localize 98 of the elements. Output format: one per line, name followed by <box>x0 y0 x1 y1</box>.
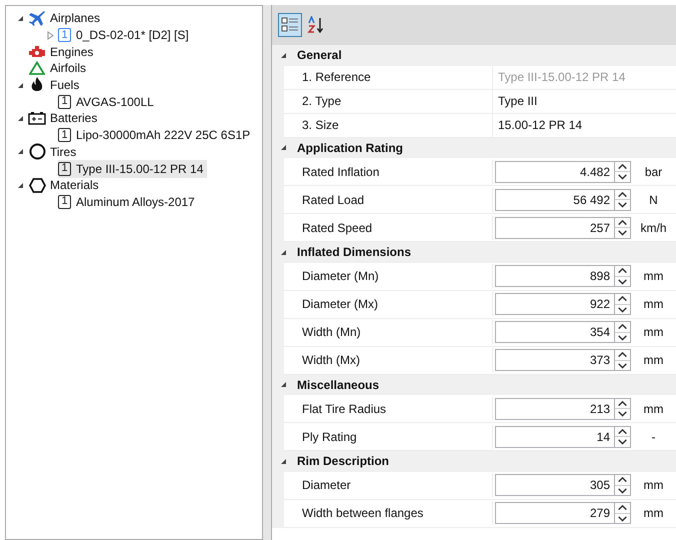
unit-label: bar <box>644 164 664 180</box>
number-spinner[interactable]: 305 <box>495 474 631 496</box>
unit-label: mm <box>642 400 664 418</box>
spin-down-icon[interactable] <box>615 436 630 446</box>
unit-label: km/h <box>639 220 668 236</box>
property-label: Rated Load <box>284 188 493 212</box>
property-label: Diameter <box>284 473 493 497</box>
engine-icon <box>28 46 46 58</box>
tree-node[interactable]: Tires <box>50 142 76 161</box>
expanded-arrow-icon[interactable] <box>280 248 287 256</box>
property-label: Flat Tire Radius <box>284 396 493 420</box>
number-spinner[interactable]: 257 <box>495 216 631 238</box>
number-spinner[interactable]: 4.482 <box>495 160 631 182</box>
count-badge: 1 <box>58 128 71 142</box>
count-badge: 1 <box>58 94 71 109</box>
section-header: Inflated Dimensions <box>297 244 412 262</box>
number-spinner[interactable]: 14 <box>495 426 631 448</box>
tree-item[interactable]: 1 Type III-15.00-12 PR 14 <box>58 160 208 178</box>
spin-down-icon[interactable] <box>615 227 630 238</box>
number-spinner[interactable]: 354 <box>495 321 631 343</box>
number-spinner[interactable]: 373 <box>495 349 631 371</box>
number-spinner[interactable]: 279 <box>495 502 631 524</box>
unit-label: mm <box>642 268 664 285</box>
expanded-arrow-icon[interactable] <box>280 458 287 465</box>
tree-item-label: Lipo-30000mAh 222V 25C 6S1P <box>76 127 250 144</box>
tree-node[interactable]: Materials <box>50 176 99 194</box>
collapsed-arrow-icon[interactable] <box>46 30 54 40</box>
count-badge: 1 <box>58 194 71 209</box>
battery-icon <box>28 111 46 126</box>
spin-down-icon[interactable] <box>615 332 630 342</box>
unit-label: mm <box>642 296 664 313</box>
property-label: Width between flanges <box>284 501 493 525</box>
tree-item-label: Type III-15.00-12 PR 14 <box>76 160 204 178</box>
airplane-icon <box>28 10 46 26</box>
property-label: 2. Type <box>284 89 493 113</box>
property-label: 3. Size <box>284 113 493 137</box>
tree-node[interactable]: Airplanes <box>50 9 100 28</box>
section-header: Application Rating <box>297 140 403 157</box>
spin-down-icon[interactable] <box>615 360 630 370</box>
property-label: Width (Mn) <box>284 320 493 344</box>
unit-label: mm <box>642 352 664 369</box>
number-spinner[interactable]: 898 <box>495 265 631 287</box>
section-header: Rim Description <box>297 453 390 470</box>
expanded-arrow-icon[interactable] <box>16 148 24 156</box>
property-label: Diameter (Mx) <box>284 292 493 316</box>
unit-label: N <box>648 192 659 208</box>
property-label: Rated Inflation <box>284 160 493 184</box>
property-label: Rated Speed <box>284 216 493 240</box>
triangle-icon <box>29 61 45 76</box>
number-spinner[interactable]: 56 492 <box>495 188 631 210</box>
count-badge: 1 <box>58 162 71 176</box>
tree-item-label: Aluminum Alloys-2017 <box>76 194 195 211</box>
tree-item[interactable]: 1 AVGAS-100LL <box>58 92 158 111</box>
tree-item-label: 0_DS-02-01* [D2] [S] <box>76 27 189 44</box>
tree-item[interactable]: 1 Lipo-30000mAh 222V 25C 6S1P <box>58 126 254 144</box>
expanded-arrow-icon[interactable] <box>280 52 287 59</box>
sort-icon <box>307 16 325 34</box>
flame-icon <box>30 77 44 94</box>
unit-label: - <box>650 428 656 446</box>
expanded-arrow-icon[interactable] <box>280 144 287 152</box>
tree-node[interactable]: Fuels <box>50 76 80 94</box>
tree-node[interactable]: Airfoils <box>50 59 86 78</box>
spin-down-icon[interactable] <box>615 484 630 495</box>
number-spinner[interactable]: 213 <box>495 398 631 420</box>
expanded-arrow-icon[interactable] <box>16 14 24 22</box>
hexagon-icon <box>28 178 46 193</box>
property-value: Type III <box>497 93 538 110</box>
property-label: 1. Reference <box>284 65 493 89</box>
unit-label: mm <box>642 324 664 341</box>
spin-down-icon[interactable] <box>615 199 630 210</box>
unit-label: mm <box>642 505 664 522</box>
tree-node[interactable]: Batteries <box>50 109 98 128</box>
property-value: Type III-15.00-12 PR 14 <box>497 69 626 86</box>
expanded-arrow-icon[interactable] <box>280 381 287 388</box>
spin-down-icon[interactable] <box>615 408 630 418</box>
spin-down-icon[interactable] <box>615 276 630 286</box>
property-value: 15.00-12 PR 14 <box>497 117 582 134</box>
section-header: General <box>297 47 342 64</box>
tree-node[interactable]: Engines <box>50 42 94 61</box>
tree-item[interactable]: 1 0_DS-02-01* [D2] [S] <box>58 26 193 44</box>
expanded-arrow-icon[interactable] <box>16 114 24 122</box>
spin-down-icon[interactable] <box>615 171 630 182</box>
count-badge: 1 <box>58 28 71 42</box>
tree-item[interactable]: 1 Aluminum Alloys-2017 <box>58 192 199 211</box>
spin-down-icon[interactable] <box>615 512 630 523</box>
circle-icon <box>28 143 46 160</box>
number-spinner[interactable]: 922 <box>495 293 631 315</box>
property-label: Width (Mx) <box>284 348 493 372</box>
section-header: Miscellaneous <box>297 376 380 394</box>
categorized-view-icon <box>281 16 299 34</box>
property-label: Diameter (Mn) <box>284 264 493 288</box>
expanded-arrow-icon[interactable] <box>16 182 24 189</box>
unit-label: mm <box>642 477 664 494</box>
toolbar-button[interactable] <box>278 13 302 37</box>
tree-item-label: AVGAS-100LL <box>76 94 154 111</box>
property-label: Ply Rating <box>284 424 493 448</box>
spin-down-icon[interactable] <box>615 304 630 314</box>
expanded-arrow-icon[interactable] <box>16 82 24 89</box>
